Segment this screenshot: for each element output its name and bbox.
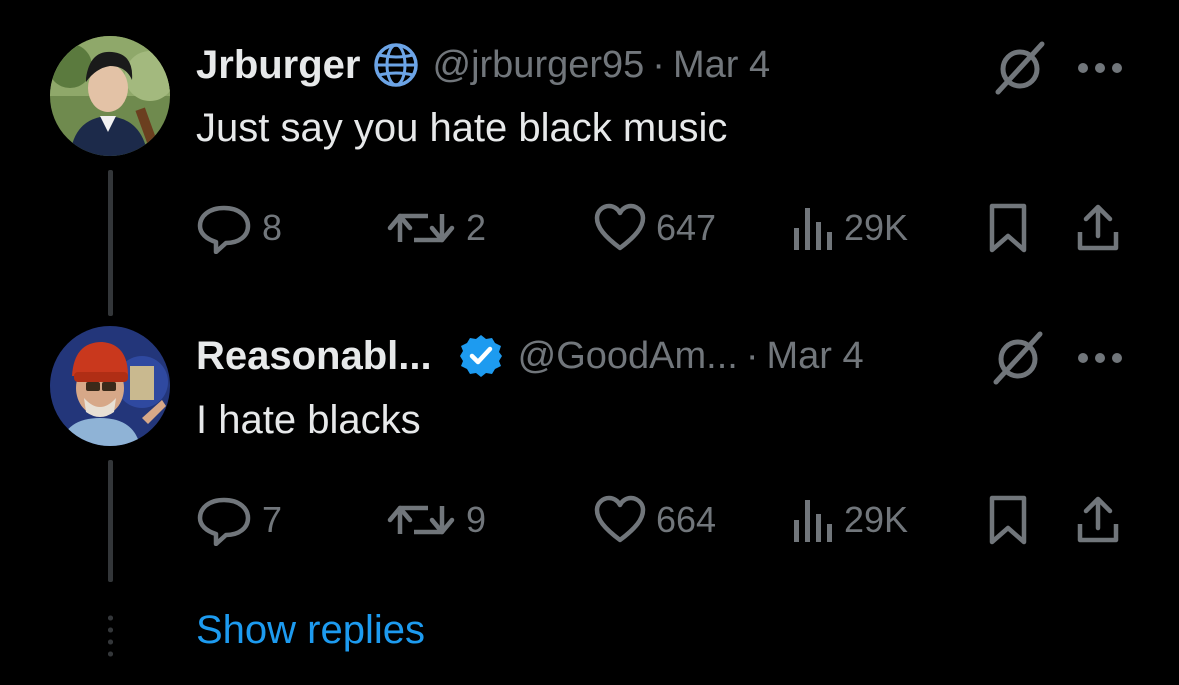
show-replies-link[interactable]: Show replies bbox=[196, 608, 425, 653]
separator-dot: · bbox=[652, 43, 665, 86]
views-count: 29K bbox=[844, 499, 909, 540]
views-icon bbox=[794, 500, 832, 542]
like-count: 647 bbox=[656, 207, 717, 248]
more-options-icon[interactable] bbox=[1074, 340, 1126, 376]
tweet-date[interactable]: Mar 4 bbox=[673, 44, 770, 87]
bookmark-button[interactable] bbox=[988, 202, 1028, 254]
like-button[interactable]: 647 bbox=[594, 202, 716, 254]
reply-icon bbox=[197, 205, 251, 254]
display-name[interactable]: Jrburger bbox=[196, 43, 361, 88]
tweet-text: I hate blacks bbox=[196, 398, 421, 442]
thread-line bbox=[108, 170, 113, 316]
reply-count: 8 bbox=[262, 207, 283, 248]
avatar-photo bbox=[50, 36, 170, 156]
avatar-reasonable[interactable] bbox=[50, 326, 170, 446]
repost-icon bbox=[387, 213, 455, 243]
views-icon bbox=[794, 208, 832, 250]
tweet-actions: 7 9 664 29K bbox=[196, 494, 1126, 546]
tweet-date[interactable]: Mar 4 bbox=[767, 335, 864, 378]
grok-icon[interactable] bbox=[988, 38, 1052, 98]
like-count: 664 bbox=[656, 499, 717, 540]
avatar-photo bbox=[50, 326, 170, 446]
views-count: 29K bbox=[844, 207, 909, 248]
share-button[interactable] bbox=[1076, 202, 1120, 254]
share-icon bbox=[1077, 204, 1119, 251]
views-button[interactable]: 29K bbox=[792, 202, 908, 254]
avatar-jrburger[interactable] bbox=[50, 36, 170, 156]
verified-badge-icon bbox=[458, 333, 504, 379]
bookmark-icon bbox=[989, 203, 1027, 253]
user-handle[interactable]: @jrburger95 bbox=[433, 44, 645, 87]
repost-button[interactable]: 9 bbox=[386, 494, 486, 546]
reply-button[interactable]: 8 bbox=[196, 202, 282, 254]
heart-icon bbox=[594, 203, 646, 251]
bookmark-button[interactable] bbox=[988, 494, 1028, 546]
repost-count: 9 bbox=[466, 499, 487, 540]
tweet-actions: 8 2 647 29K bbox=[196, 202, 1126, 254]
reply-button[interactable]: 7 bbox=[196, 494, 282, 546]
user-handle[interactable]: @GoodAm... bbox=[518, 335, 738, 378]
heart-icon bbox=[594, 495, 646, 543]
globe-icon bbox=[373, 42, 419, 88]
reply-count: 7 bbox=[262, 499, 283, 540]
repost-icon bbox=[387, 505, 455, 535]
tweet-text: Just say you hate black music bbox=[196, 106, 728, 150]
thread-line bbox=[108, 460, 113, 582]
views-button[interactable]: 29K bbox=[792, 494, 908, 546]
tweet-header: Reasonabl... @GoodAm... · Mar 4 bbox=[196, 331, 864, 381]
display-name[interactable]: Reasonabl... bbox=[196, 334, 432, 379]
more-options-icon[interactable] bbox=[1074, 50, 1126, 86]
repost-button[interactable]: 2 bbox=[386, 202, 486, 254]
share-icon bbox=[1077, 496, 1119, 543]
reply-icon bbox=[197, 497, 251, 546]
tweet-header: Jrburger @jrburger95 · Mar 4 bbox=[196, 40, 770, 90]
grok-icon[interactable] bbox=[986, 328, 1050, 388]
thread-dots bbox=[108, 612, 113, 662]
like-button[interactable]: 664 bbox=[594, 494, 716, 546]
repost-count: 2 bbox=[466, 207, 487, 248]
bookmark-icon bbox=[989, 495, 1027, 545]
separator-dot: · bbox=[745, 334, 759, 377]
share-button[interactable] bbox=[1076, 494, 1120, 546]
